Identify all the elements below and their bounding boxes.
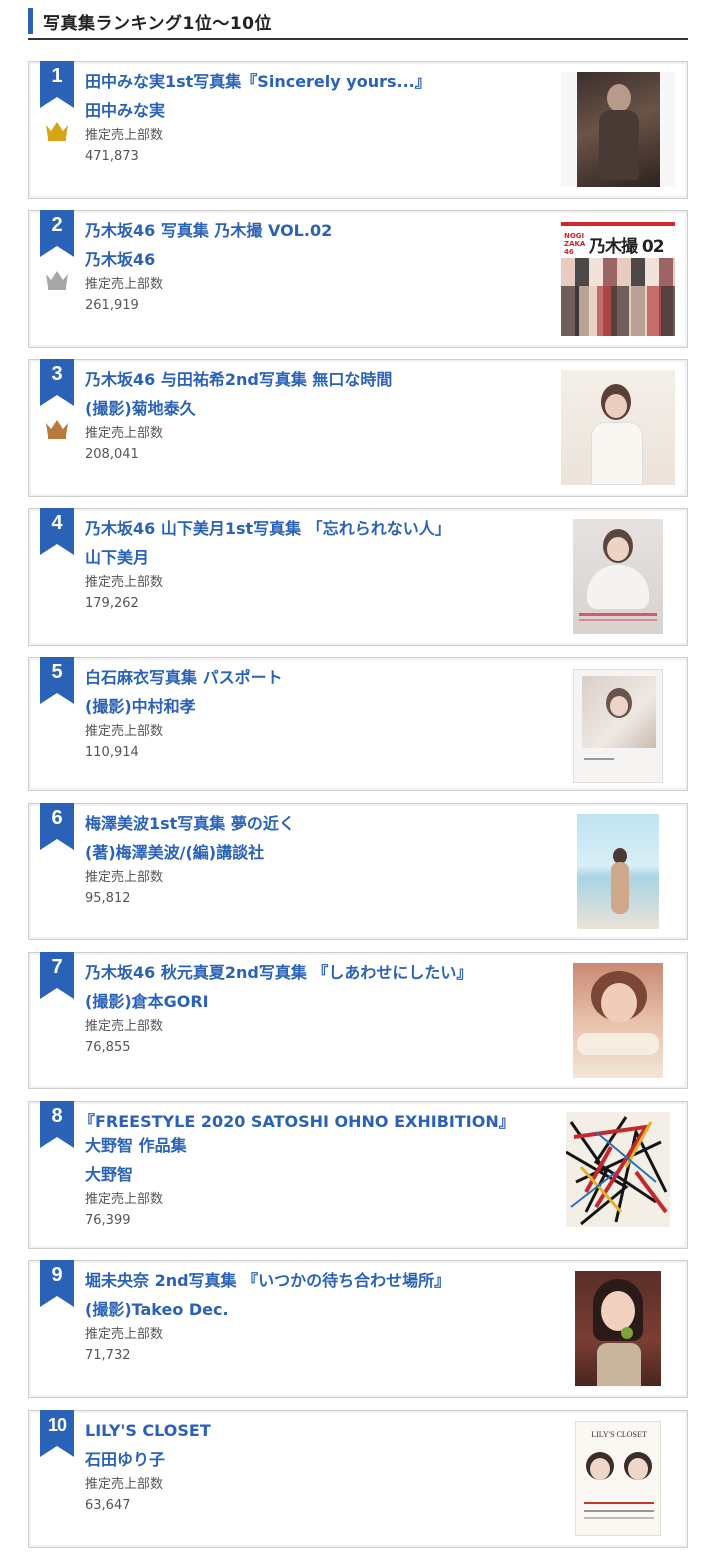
header-accent-bar <box>28 8 33 34</box>
item-author-link[interactable]: 乃木坂46 <box>85 248 545 272</box>
rank-number: 9 <box>51 1264 63 1286</box>
silver-crown-icon <box>46 271 68 290</box>
rank-ribbon: 8 <box>40 1101 74 1148</box>
sales-value: 208,041 <box>85 447 139 462</box>
book-cover-thumbnail[interactable] <box>561 668 675 783</box>
rank-ribbon: 3 <box>40 359 74 406</box>
ranking-card-6: 6 梅澤美波1st写真集 夢の近く (著)梅澤美波/(編)講談社 推定売上部数 … <box>28 803 688 940</box>
book-cover-thumbnail[interactable]: NOGI ZAKA 46 乃木撮 02 <box>561 221 675 336</box>
rank-ribbon: 10 <box>40 1410 74 1457</box>
rank-number: 5 <box>51 661 63 683</box>
cover-title-text: LILY'S CLOSET <box>591 1430 647 1439</box>
ranking-card-8: 8 『FREESTYLE 2020 SATOSHI OHNO EXHIBITIO… <box>28 1101 688 1249</box>
ranking-card-7: 7 乃木坂46 秋元真夏2nd写真集 『しあわせにしたい』 (撮影)倉本GORI… <box>28 952 688 1089</box>
ranking-card-10: 10 LILY'S CLOSET 石田ゆり子 推定売上部数 63,647 LIL… <box>28 1410 688 1548</box>
item-author-link[interactable]: (著)梅澤美波/(編)講談社 <box>85 841 545 865</box>
sales-value: 76,855 <box>85 1040 131 1055</box>
rank-ribbon: 9 <box>40 1260 74 1307</box>
rank-number: 10 <box>47 1415 67 1435</box>
item-title-link[interactable]: 白石麻衣写真集 パスポート <box>85 666 545 690</box>
item-author-link[interactable]: 山下美月 <box>85 546 545 570</box>
bronze-crown-icon <box>46 420 68 439</box>
rank-ribbon: 2 <box>40 210 74 257</box>
item-author-link[interactable]: (撮影)中村和孝 <box>85 695 545 719</box>
rank-number: 2 <box>51 214 63 236</box>
rank-ribbon: 7 <box>40 952 74 999</box>
sales-value: 110,914 <box>85 745 139 760</box>
book-cover-thumbnail[interactable] <box>561 72 675 187</box>
ranking-card-4: 4 乃木坂46 山下美月1st写真集 「忘れられない人」 山下美月 推定売上部数… <box>28 508 688 646</box>
rank-number: 8 <box>51 1105 63 1127</box>
rank-number: 7 <box>51 956 63 978</box>
sales-label: 推定売上部数 <box>85 1019 164 1034</box>
rank-ribbon: 5 <box>40 657 74 704</box>
rank-number: 6 <box>51 807 63 829</box>
sales-label: 推定売上部数 <box>85 128 164 143</box>
book-cover-thumbnail[interactable] <box>561 519 675 634</box>
ranking-card-2: 2 乃木坂46 写真集 乃木撮 VOL.02 乃木坂46 推定売上部数 261,… <box>28 210 688 348</box>
book-cover-thumbnail[interactable] <box>561 1112 675 1227</box>
item-author-link[interactable]: 石田ゆり子 <box>85 1448 545 1472</box>
sales-label: 推定売上部数 <box>85 426 164 441</box>
page-title: 写真集ランキング1位〜10位 <box>43 14 272 34</box>
sales-label: 推定売上部数 <box>85 1327 164 1342</box>
item-title-link[interactable]: 『FREESTYLE 2020 SATOSHI OHNO EXHIBITION』 <box>79 1110 545 1134</box>
ranking-card-1: 1 田中みな実1st写真集『Sincerely yours...』 田中みな実 … <box>28 61 688 199</box>
item-title-link[interactable]: 堀未央奈 2nd写真集 『いつかの待ち合わせ場所』 <box>85 1269 545 1293</box>
sales-value: 76,399 <box>85 1213 131 1228</box>
abstract-art-cover <box>566 1112 670 1227</box>
rank-ribbon: 6 <box>40 803 74 850</box>
rank-ribbon: 1 <box>40 61 74 108</box>
item-title-link[interactable]: 乃木坂46 秋元真夏2nd写真集 『しあわせにしたい』 <box>85 961 545 985</box>
page-header: 写真集ランキング1位〜10位 <box>28 6 688 40</box>
book-cover-thumbnail[interactable]: LILY'S CLOSET <box>561 1421 675 1536</box>
sales-label: 推定売上部数 <box>85 1477 164 1492</box>
sales-label: 推定売上部数 <box>85 724 164 739</box>
cover-small-text: NOGI ZAKA 46 <box>564 231 586 256</box>
gold-crown-icon <box>46 122 68 141</box>
item-title-link[interactable]: LILY'S CLOSET <box>85 1419 545 1443</box>
item-title-link[interactable]: 田中みな実1st写真集『Sincerely yours...』 <box>85 70 545 94</box>
item-title-link[interactable]: 乃木坂46 写真集 乃木撮 VOL.02 <box>85 219 545 243</box>
ranking-card-3: 3 乃木坂46 与田祐希2nd写真集 無口な時間 (撮影)菊地泰久 推定売上部数… <box>28 359 688 497</box>
rank-number: 3 <box>51 363 63 385</box>
sales-value: 71,732 <box>85 1348 131 1363</box>
sales-value: 471,873 <box>85 149 139 164</box>
ranking-card-9: 9 堀未央奈 2nd写真集 『いつかの待ち合わせ場所』 (撮影)Takeo De… <box>28 1260 688 1398</box>
item-subtitle-link[interactable]: 大野智 作品集 <box>85 1134 545 1158</box>
rank-number: 4 <box>51 512 63 534</box>
ranking-card-5: 5 白石麻衣写真集 パスポート (撮影)中村和孝 推定売上部数 110,914 <box>28 657 688 791</box>
book-cover-thumbnail[interactable] <box>561 963 675 1078</box>
sales-label: 推定売上部数 <box>85 277 164 292</box>
sales-value: 261,919 <box>85 298 139 313</box>
item-title-link[interactable]: 乃木坂46 与田祐希2nd写真集 無口な時間 <box>85 368 545 392</box>
book-cover-thumbnail[interactable] <box>561 370 675 485</box>
item-author-link[interactable]: (撮影)菊地泰久 <box>85 397 545 421</box>
rank-ribbon: 4 <box>40 508 74 555</box>
book-cover-thumbnail[interactable] <box>561 1271 675 1386</box>
sales-value: 95,812 <box>85 891 131 906</box>
item-author-link[interactable]: (撮影)倉本GORI <box>85 990 545 1014</box>
item-author-link[interactable]: 田中みな実 <box>85 99 545 123</box>
book-cover-thumbnail[interactable] <box>561 814 675 929</box>
item-author-link[interactable]: 大野智 <box>85 1163 545 1187</box>
cover-title-text: 乃木撮 02 <box>589 236 665 257</box>
sales-label: 推定売上部数 <box>85 1192 164 1207</box>
sales-label: 推定売上部数 <box>85 870 164 885</box>
item-title-link[interactable]: 乃木坂46 山下美月1st写真集 「忘れられない人」 <box>85 517 545 541</box>
rank-number: 1 <box>51 65 63 87</box>
item-title-link[interactable]: 梅澤美波1st写真集 夢の近く <box>85 812 545 836</box>
sales-value: 63,647 <box>85 1498 131 1513</box>
sales-label: 推定売上部数 <box>85 575 164 590</box>
item-author-link[interactable]: (撮影)Takeo Dec. <box>85 1298 545 1322</box>
sales-value: 179,262 <box>85 596 139 611</box>
